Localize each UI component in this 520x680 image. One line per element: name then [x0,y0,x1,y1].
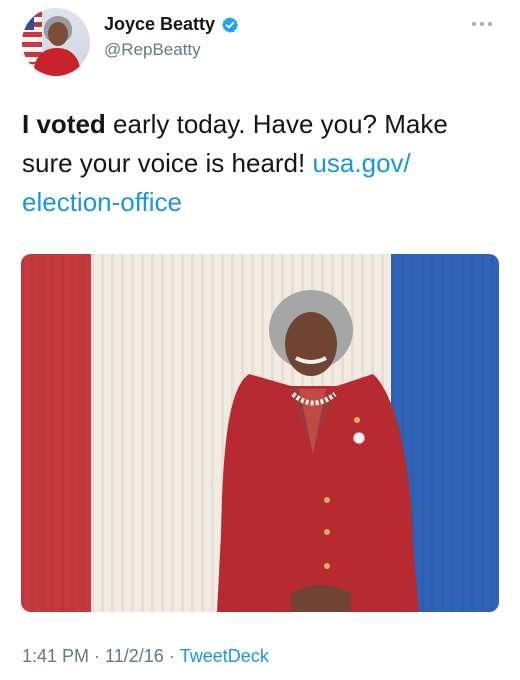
tweet-link-part1: usa.gov/ [312,148,411,178]
avatar-body [34,48,80,76]
tweet-card: Joyce Beatty @RepBeatty I voted early to… [0,0,520,680]
tweet-source-link[interactable]: TweetDeck [180,646,269,666]
meta-separator-2: · [168,646,175,666]
tweet-text: I voted early today. Have you? Make sure… [22,105,498,222]
tweet-date[interactable]: 11/2/16 [105,646,164,666]
avatar[interactable] [22,8,90,76]
tweet-time[interactable]: 1:41 PM [22,646,89,666]
author-name[interactable]: Joyce Beatty [104,14,215,35]
avatar-face [48,22,68,46]
tweet-photo[interactable] [21,254,499,612]
tweet-link-part2: election-office [22,187,182,217]
more-options-icon[interactable] [468,16,496,32]
tweet-text-bold: I voted [22,109,106,139]
tweet-meta: 1:41 PM · 11/2/16 · TweetDeck [22,646,269,667]
author-name-row: Joyce Beatty [104,14,239,35]
author-handle[interactable]: @RepBeatty [104,40,201,60]
meta-separator: · [94,646,101,666]
verified-badge-icon [221,16,239,34]
